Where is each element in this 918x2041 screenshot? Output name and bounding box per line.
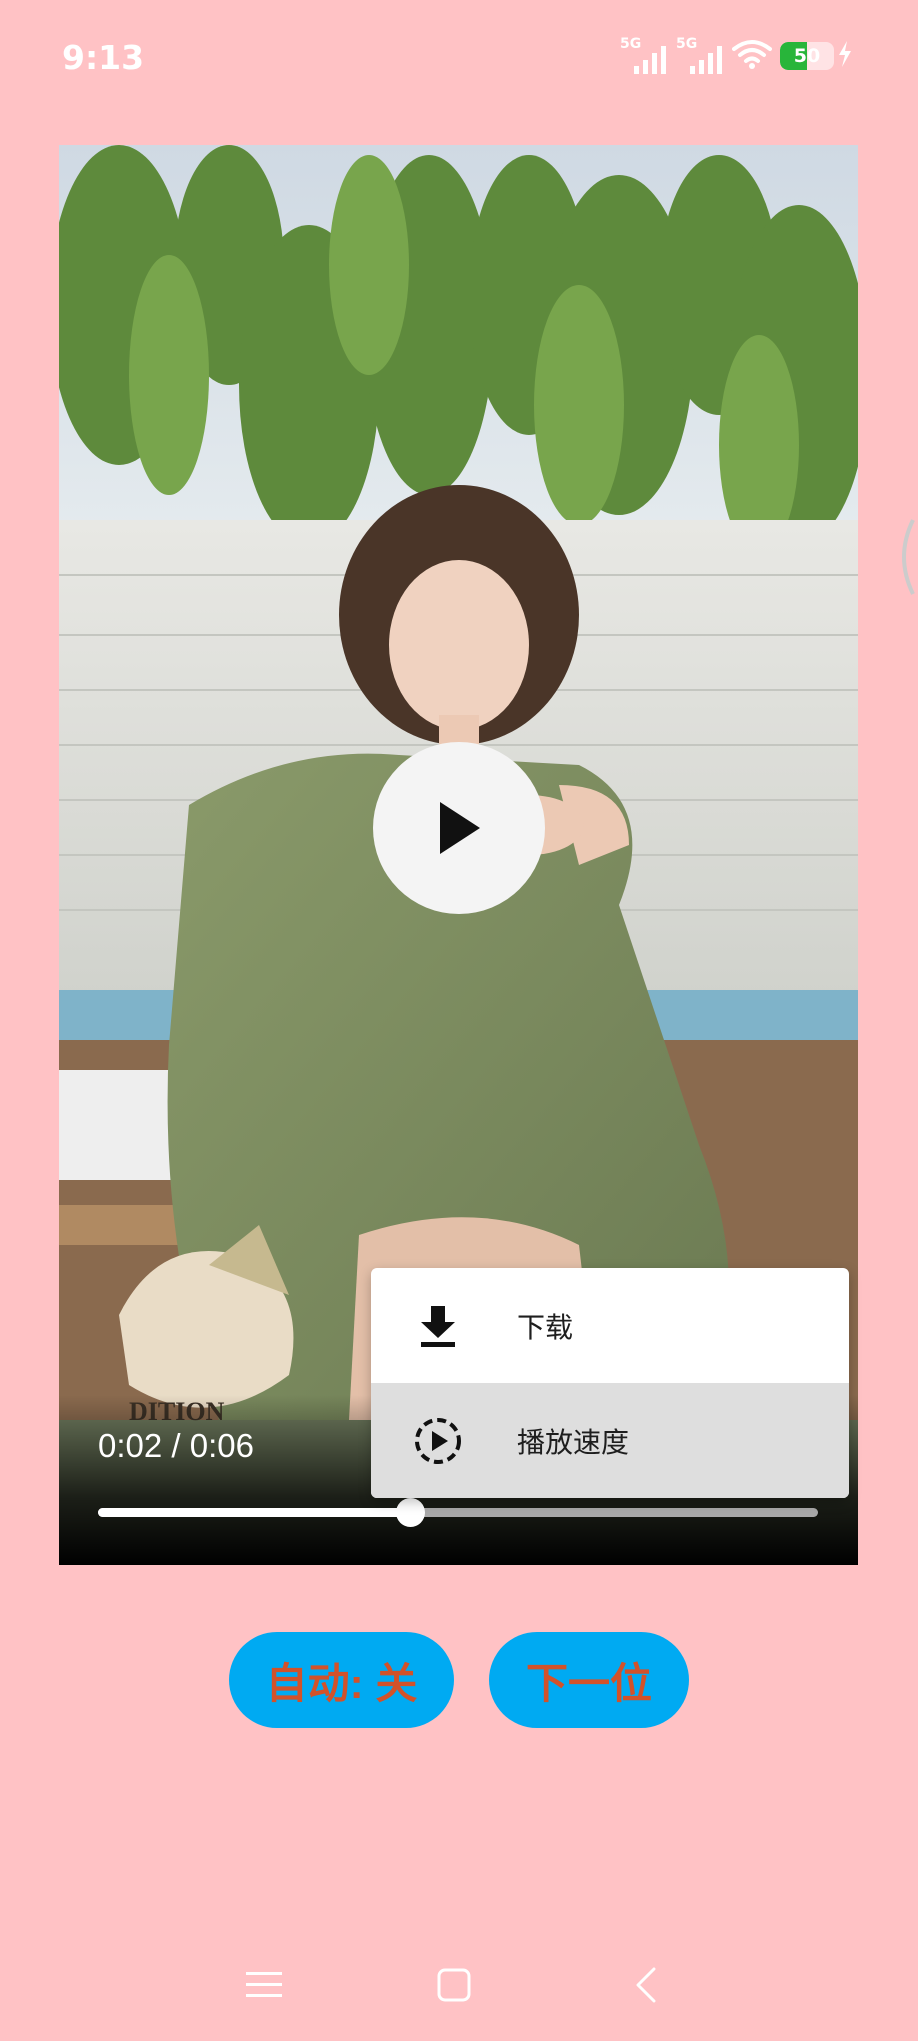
auto-toggle-button[interactable]: 自动: 关 <box>229 1632 454 1728</box>
home-icon[interactable] <box>424 1940 484 2030</box>
status-time: 9:13 <box>62 38 145 77</box>
status-icons: 5G 5G 50 <box>620 36 852 76</box>
battery-icon: 50 <box>780 41 852 71</box>
download-icon <box>414 1302 462 1350</box>
signal-icon: 5G <box>676 36 724 76</box>
play-button[interactable] <box>373 742 545 914</box>
side-edge-handle[interactable] <box>893 518 918 596</box>
back-icon[interactable] <box>616 1940 676 2030</box>
menu-item-label: 播放速度 <box>517 1425 630 1459</box>
status-bar: 9:13 5G 5G 50 <box>0 0 918 118</box>
system-nav-bar <box>0 1940 918 2030</box>
playback-time: 0:02 / 0:06 <box>98 1427 254 1464</box>
progress-fill <box>98 1508 410 1517</box>
progress-thumb[interactable] <box>395 1498 425 1527</box>
menu-item-download[interactable]: 下载 <box>371 1268 849 1383</box>
play-icon <box>440 802 480 854</box>
signal-icon: 5G <box>620 36 668 76</box>
menu-icon[interactable] <box>234 1940 294 2030</box>
menu-item-label: 下载 <box>517 1310 574 1344</box>
wifi-icon <box>732 39 772 73</box>
charging-icon <box>838 41 852 71</box>
playback-speed-icon <box>414 1417 462 1465</box>
progress-bar[interactable] <box>98 1498 818 1527</box>
options-menu: 下载 播放速度 <box>371 1268 849 1498</box>
menu-item-playback-speed[interactable]: 播放速度 <box>371 1383 849 1498</box>
next-button[interactable]: 下一位 <box>489 1632 689 1728</box>
battery-level: 50 <box>793 45 821 67</box>
